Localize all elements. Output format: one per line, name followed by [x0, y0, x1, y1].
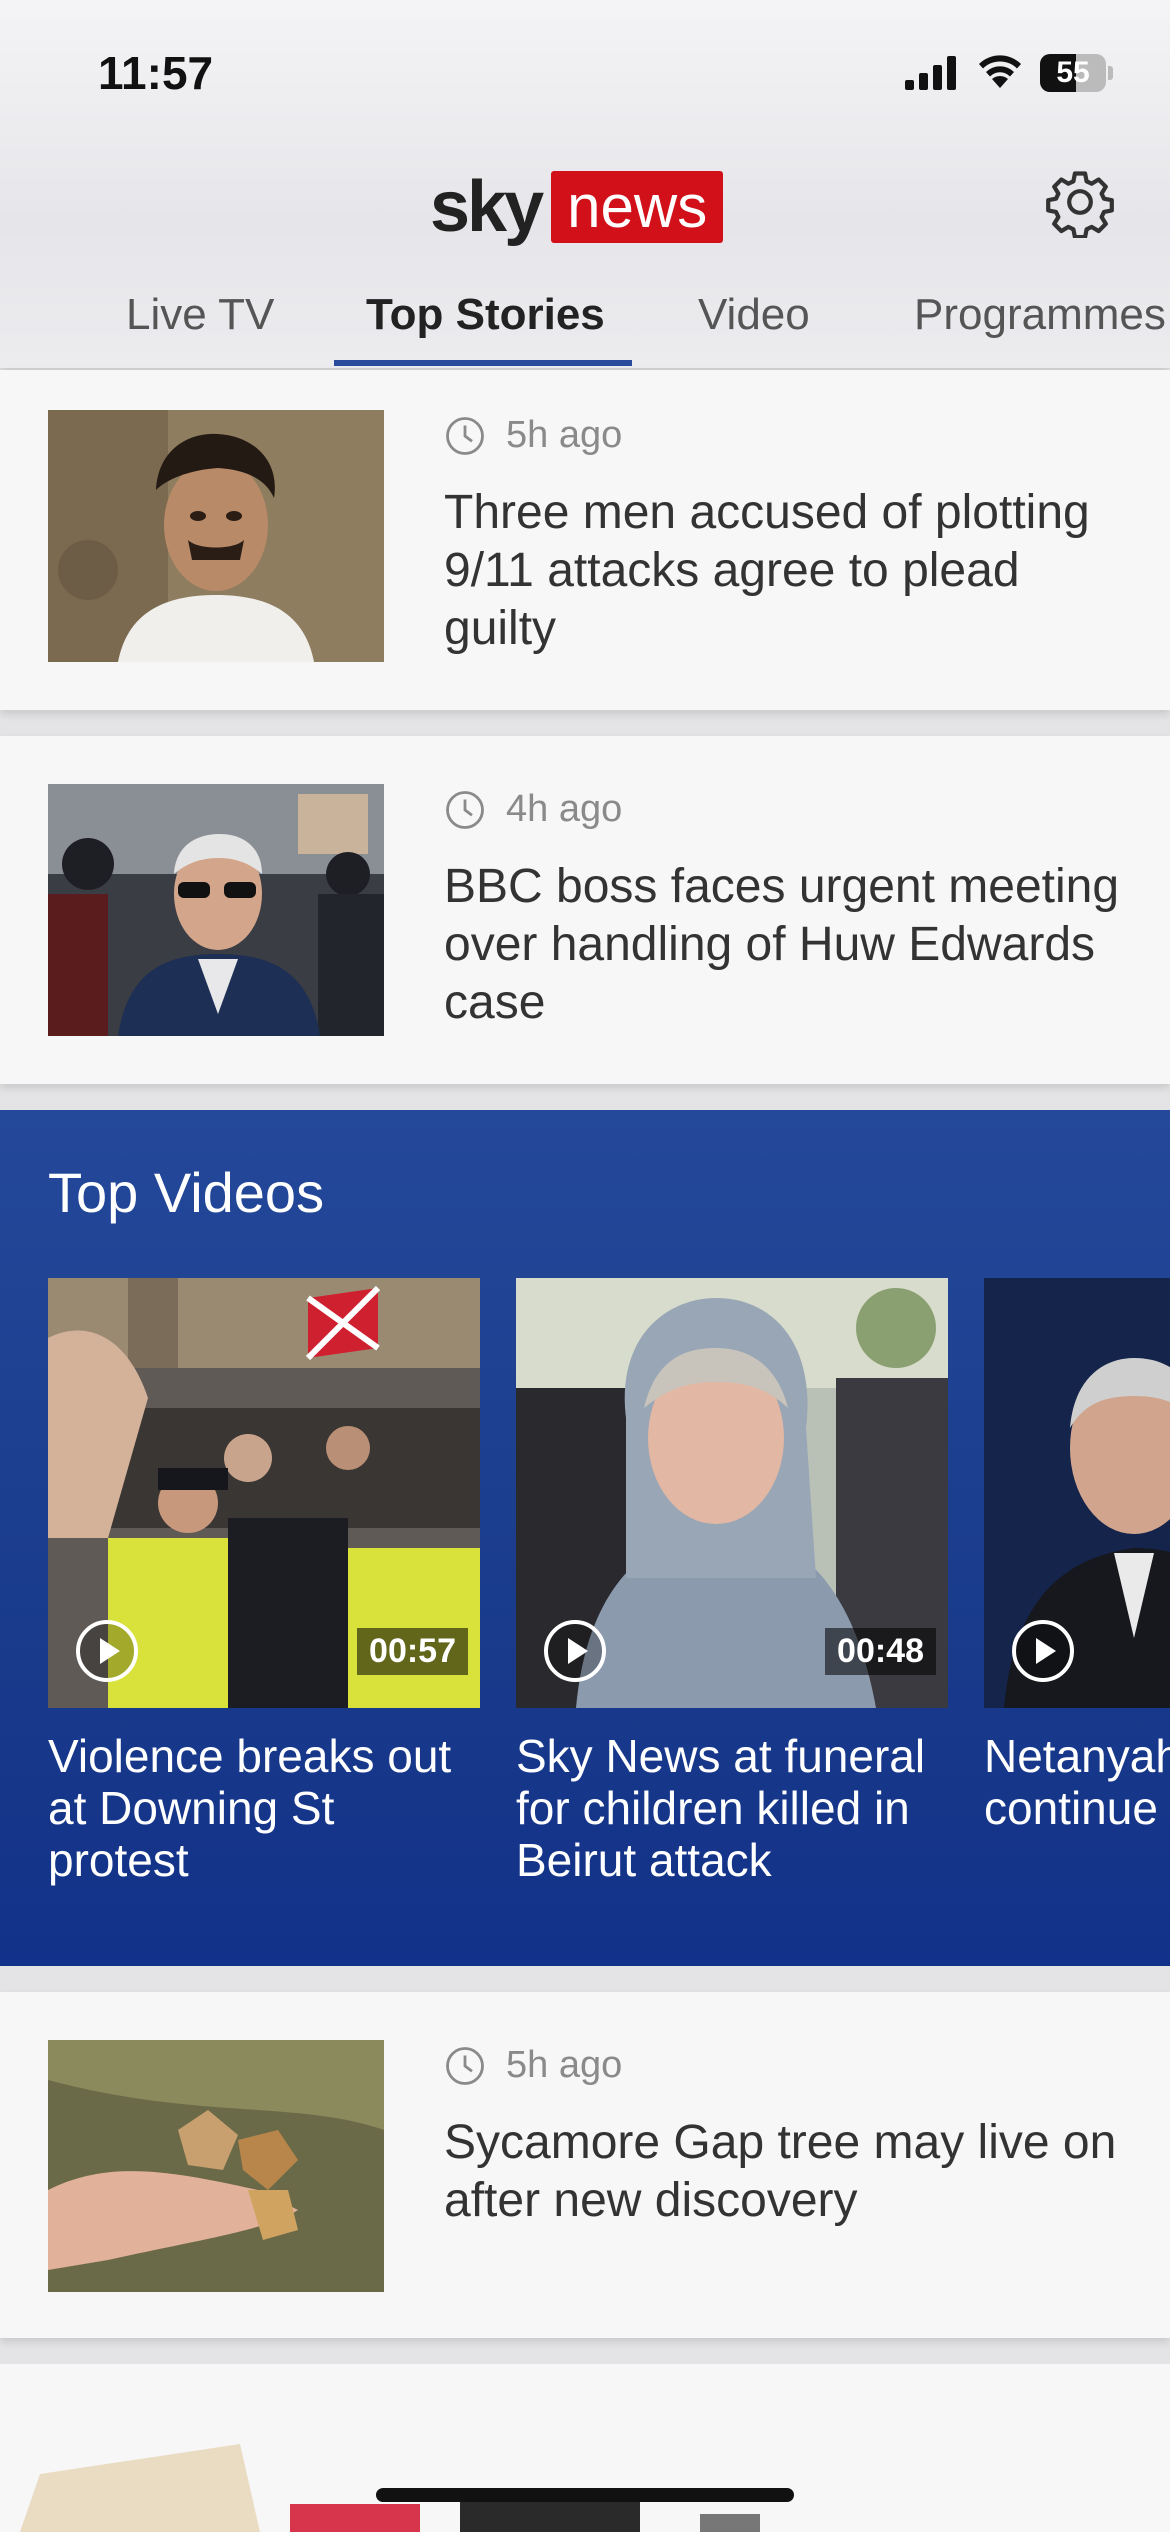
video-thumbnail: 00:48 [516, 1278, 948, 1708]
video-caption[interactable]: Violence breaks out at Downing St protes… [48, 1730, 468, 1886]
sky-news-logo: sky news [430, 167, 724, 247]
story-timestamp: 4h ago [444, 788, 622, 831]
story-headline[interactable]: BBC boss faces urgent meeting over handl… [444, 858, 1124, 1032]
tab-live-tv[interactable]: Live TV [126, 290, 274, 340]
video-card[interactable]: 00:57 Violence breaks out at Downing St … [48, 1278, 480, 1886]
video-caption[interactable]: Netanyahu continue [984, 1730, 1170, 1834]
home-indicator[interactable] [376, 2488, 794, 2502]
status-bar: 11:57 55 [0, 0, 1170, 150]
play-icon[interactable] [74, 1618, 140, 1684]
status-time: 11:57 [98, 47, 214, 99]
battery-indicator: 55 [1040, 54, 1113, 92]
story-thumbnail [48, 410, 384, 662]
story-time-text: 5h ago [506, 414, 623, 456]
video-thumbnail [984, 1278, 1170, 1708]
logo-news-text: news [551, 171, 724, 243]
section-title: Top Videos [48, 1161, 325, 1224]
story-time-text: 4h ago [506, 788, 623, 830]
battery-percentage: 55 [1056, 56, 1090, 89]
story-timestamp: 5h ago [444, 2044, 622, 2087]
story-thumbnail [48, 784, 384, 1036]
story-headline[interactable]: Sycamore Gap tree may live on after new … [444, 2114, 1124, 2230]
tab-video[interactable]: Video [698, 290, 810, 340]
logo-sky-text: sky [430, 167, 544, 247]
clock-icon [446, 790, 484, 829]
cellular-signal-icon [905, 56, 956, 90]
newspaper-collage-image [20, 2444, 760, 2532]
video-caption[interactable]: Sky News at funeral for children killed … [516, 1730, 936, 1886]
story-timestamp: 5h ago [444, 414, 622, 457]
tab-programmes[interactable]: Programmes [914, 290, 1166, 340]
story-card-partial[interactable] [0, 2364, 1170, 2532]
clock-icon [446, 2046, 484, 2085]
story-card[interactable]: 4h ago BBC boss faces urgent meeting ove… [0, 736, 1170, 1084]
play-icon[interactable] [542, 1618, 608, 1684]
settings-button[interactable] [1044, 166, 1116, 240]
video-thumbnail: 00:57 [48, 1278, 480, 1708]
story-card[interactable]: 5h ago Sycamore Gap tree may live on aft… [0, 1992, 1170, 2338]
top-videos-section: Top Videos 00:57 Violence breaks out at … [0, 1110, 1170, 1966]
story-card[interactable]: 5h ago Three men accused of plotting 9/1… [0, 370, 1170, 710]
video-card[interactable]: 00:48 Sky News at funeral for children k… [516, 1278, 948, 1886]
wifi-icon [979, 55, 1021, 88]
clock-icon [446, 416, 484, 455]
story-time-text: 5h ago [506, 2044, 623, 2086]
video-card[interactable]: Netanyahu continue [984, 1278, 1170, 1834]
video-duration: 00:57 [357, 1628, 468, 1675]
story-thumbnail [48, 2040, 384, 2292]
gear-icon [1046, 171, 1114, 240]
play-icon[interactable] [1010, 1618, 1076, 1684]
video-duration: 00:48 [825, 1628, 936, 1675]
active-tab-indicator [334, 360, 632, 366]
story-headline[interactable]: Three men accused of plotting 9/11 attac… [444, 484, 1124, 658]
tab-top-stories[interactable]: Top Stories [366, 290, 605, 340]
section-tabs: Live TV Top Stories Video Programmes [0, 280, 1170, 368]
